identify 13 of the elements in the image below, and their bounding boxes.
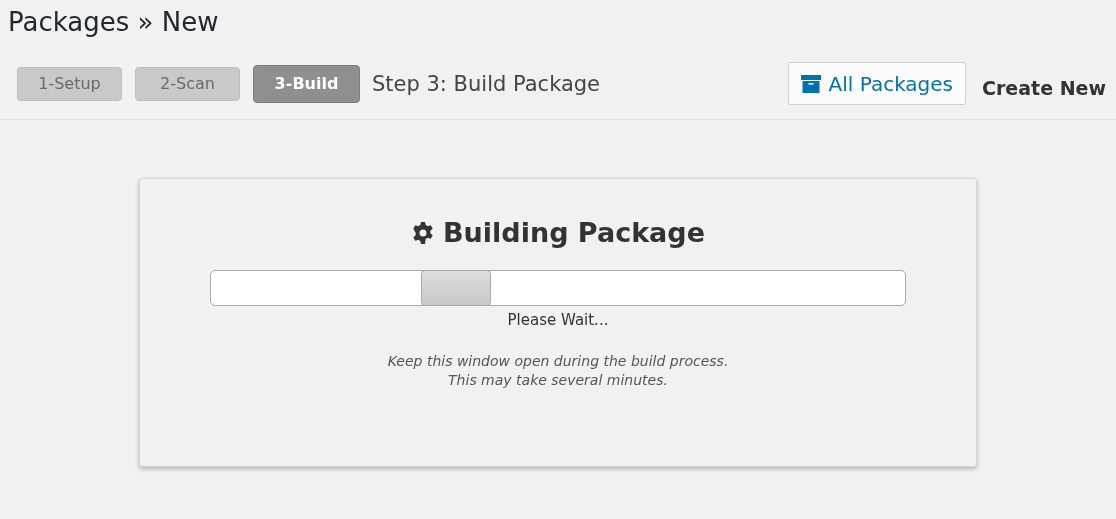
step-tab[interactable]: 1-Setup: [17, 66, 122, 101]
step-tab[interactable]: 2-Scan: [135, 66, 240, 101]
archive-box-icon: [800, 73, 821, 94]
note-text: Keep this window open during the build process.: [387, 353, 729, 369]
status-text: Please Wait...: [507, 311, 609, 329]
card-heading: Building Package: [443, 217, 705, 248]
note-text: This may take several minutes.: [448, 372, 668, 388]
step-tab[interactable]: 3-Build: [253, 64, 360, 103]
page-title: Packages » New: [8, 6, 220, 39]
all-packages-button[interactable]: All Packages: [787, 62, 967, 105]
gear-icon: [411, 220, 435, 245]
create-new-link[interactable]: Create New: [982, 76, 1106, 99]
step-title: Step 3: Build Package: [372, 71, 601, 96]
